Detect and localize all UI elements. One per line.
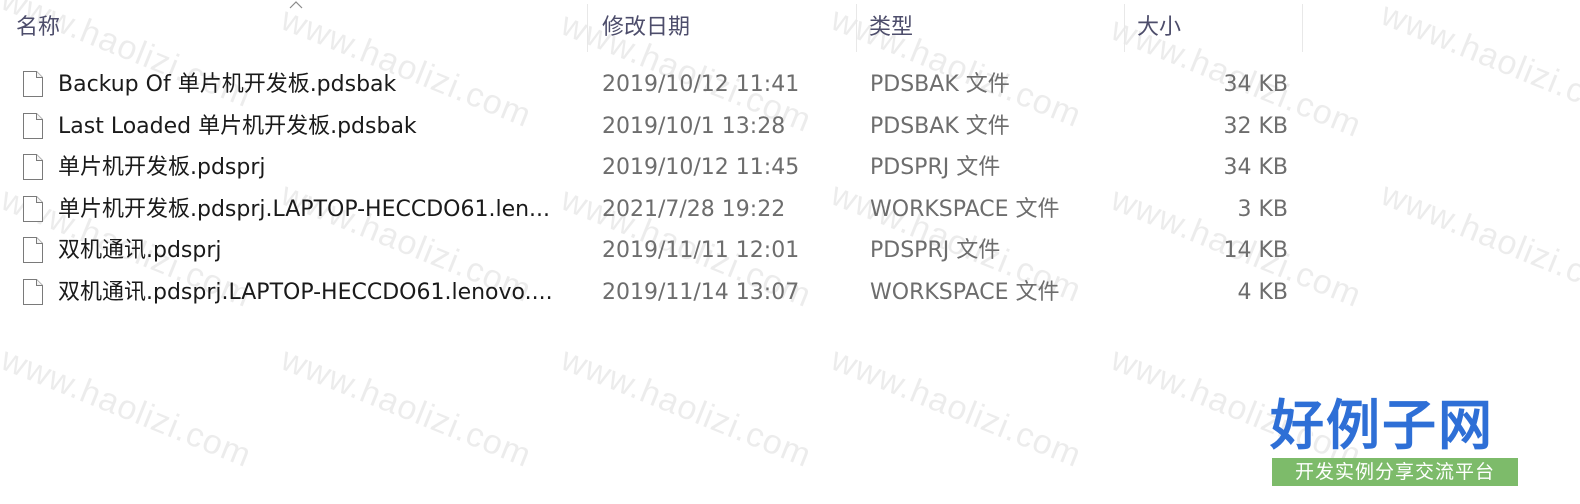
column-header-name[interactable]: 名称	[16, 12, 60, 44]
file-name: 双机通讯.pdsprj.LAPTOP-HECCDO61.lenovo....	[58, 279, 553, 305]
watermark-text: www.haolizi.com	[0, 340, 257, 475]
column-divider[interactable]	[1302, 4, 1303, 52]
file-type: PDSBAK 文件	[870, 72, 1010, 97]
file-date-modified: 2019/10/12 11:41	[602, 72, 800, 97]
file-icon	[23, 154, 43, 181]
watermark-text: www.haolizi.com	[825, 340, 1087, 475]
site-logo: 好例子网 开发实例分享交流平台	[1270, 394, 1520, 494]
file-size: 3 KB	[1237, 196, 1288, 222]
logo-title: 好例子网	[1270, 394, 1494, 457]
watermark-text: www.haolizi.com	[555, 340, 817, 475]
file-type: PDSPRJ 文件	[870, 238, 1001, 264]
file-row[interactable]: Backup Of 单片机开发板.pdsbak 2019/10/12 11:41…	[0, 64, 1320, 106]
column-divider[interactable]	[1124, 4, 1125, 52]
file-row[interactable]: 单片机开发板.pdsprj 2019/10/12 11:45 PDSPRJ 文件…	[0, 147, 1320, 189]
file-row[interactable]: 双机通讯.pdsprj.LAPTOP-HECCDO61.lenovo.... 2…	[0, 272, 1320, 314]
file-size: 32 KB	[1223, 113, 1288, 139]
file-row[interactable]: 双机通讯.pdsprj 2019/11/11 12:01 PDSPRJ 文件 1…	[0, 230, 1320, 272]
file-date-modified: 2019/10/12 11:45	[602, 155, 800, 181]
file-icon	[23, 71, 43, 97]
file-type: PDSPRJ 文件	[870, 155, 1001, 181]
file-icon	[23, 195, 43, 222]
file-row[interactable]: Last Loaded 单片机开发板.pdsbak 2019/10/1 13:2…	[0, 106, 1320, 148]
file-name: Backup Of 单片机开发板.pdsbak	[58, 72, 397, 97]
file-date-modified: 2019/11/14 13:07	[602, 279, 800, 305]
file-size: 14 KB	[1223, 238, 1288, 264]
file-date-modified: 2019/11/11 12:01	[602, 238, 800, 264]
sort-ascending-icon	[289, 1, 303, 9]
logo-subtitle: 开发实例分享交流平台	[1272, 458, 1518, 486]
file-type: WORKSPACE 文件	[870, 279, 1060, 305]
column-header-date-modified[interactable]: 修改日期	[602, 12, 690, 44]
file-name: Last Loaded 单片机开发板.pdsbak	[58, 113, 417, 139]
column-divider[interactable]	[856, 4, 857, 52]
file-type: WORKSPACE 文件	[870, 196, 1060, 222]
column-header-size[interactable]: 大小	[1137, 12, 1181, 44]
file-list: Backup Of 单片机开发板.pdsbak 2019/10/12 11:41…	[0, 64, 1320, 314]
column-divider[interactable]	[587, 4, 588, 52]
file-date-modified: 2021/7/28 19:22	[602, 196, 786, 222]
file-name: 双机通讯.pdsprj	[58, 238, 222, 264]
watermark-text: www.haolizi.com	[275, 340, 537, 475]
file-size: 4 KB	[1237, 279, 1288, 305]
file-date-modified: 2019/10/1 13:28	[602, 113, 786, 139]
file-type: PDSBAK 文件	[870, 113, 1010, 139]
column-header: 名称 修改日期 类型 大小	[0, 0, 1580, 56]
file-size: 34 KB	[1223, 72, 1288, 97]
file-size: 34 KB	[1223, 155, 1288, 181]
file-name: 单片机开发板.pdsprj	[58, 155, 266, 181]
file-icon	[23, 237, 43, 264]
column-header-type[interactable]: 类型	[869, 12, 913, 44]
file-icon	[23, 112, 43, 139]
file-icon	[23, 278, 43, 305]
file-row[interactable]: 单片机开发板.pdsprj.LAPTOP-HECCDO61.len... 202…	[0, 189, 1320, 231]
watermark-text: www.haolizi.com	[1375, 175, 1580, 310]
file-name: 单片机开发板.pdsprj.LAPTOP-HECCDO61.len...	[58, 196, 551, 222]
